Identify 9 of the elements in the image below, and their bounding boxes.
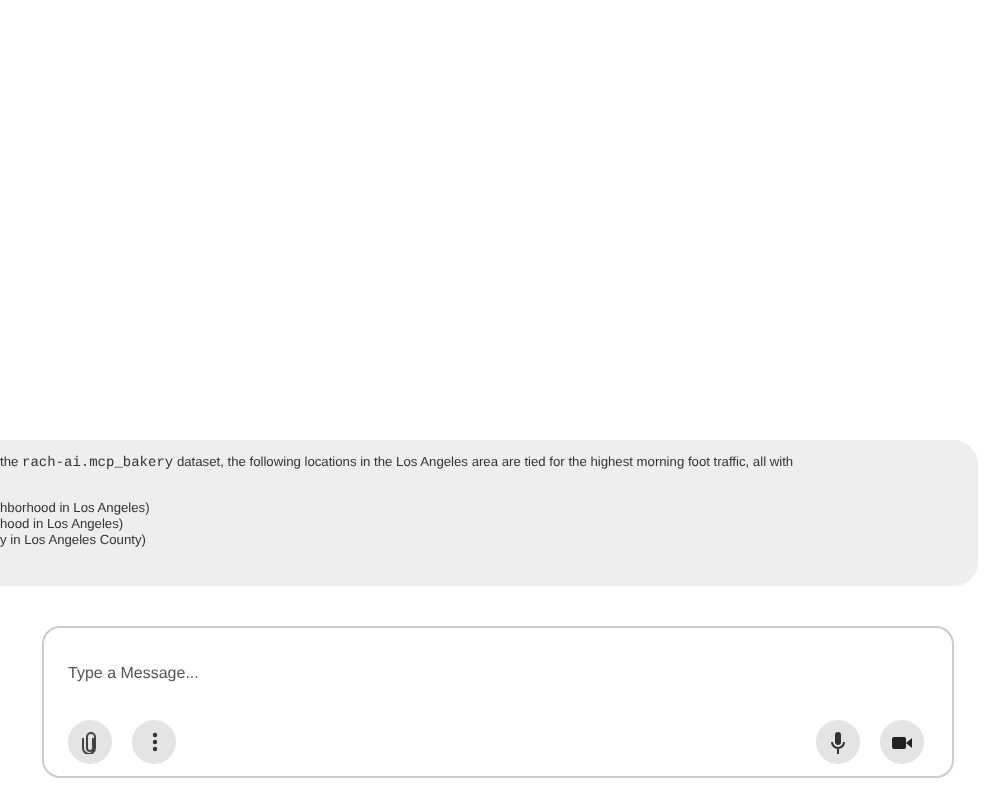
paperclip-icon (82, 731, 98, 753)
message-input[interactable]: Type a Message... (68, 664, 468, 682)
attach-button[interactable] (68, 720, 112, 764)
microphone-icon (830, 731, 846, 753)
video-button[interactable] (880, 720, 924, 764)
microphone-button[interactable] (816, 720, 860, 764)
more-button[interactable] (132, 720, 176, 764)
more-icon (151, 732, 157, 752)
video-camera-icon (892, 735, 912, 749)
